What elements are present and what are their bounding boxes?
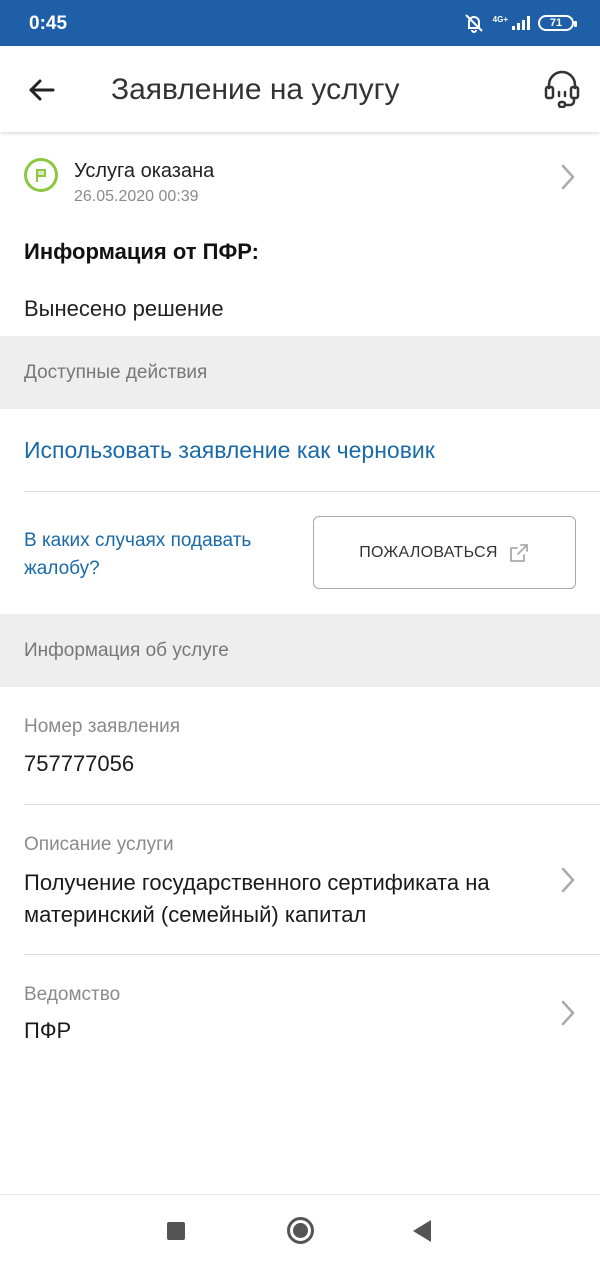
status-bar: 0:45 4G+ 71: [0, 0, 600, 46]
service-description-label: Описание услуги: [24, 834, 174, 855]
home-icon[interactable]: [287, 1217, 314, 1244]
external-link-icon: [509, 543, 528, 562]
complaint-info-link[interactable]: В каких случаях подавать жалобу?: [24, 527, 264, 583]
service-status-title: Услуга оказана: [74, 160, 215, 182]
support-button[interactable]: [538, 64, 586, 112]
service-info-section-title: Информация об услуге: [24, 640, 229, 661]
department-label: Ведомство: [24, 984, 121, 1005]
back-triangle-icon[interactable]: [413, 1220, 431, 1242]
page-title: Заявление на услугу: [111, 73, 400, 106]
actions-section-header: Доступные действия: [0, 336, 600, 409]
complain-button-label: ПОЖАЛОВАТЬСЯ: [359, 543, 498, 561]
complain-button[interactable]: ПОЖАЛОВАТЬСЯ: [313, 516, 576, 589]
network-type-label: 4G+: [492, 15, 508, 24]
service-info-section-header: Информация об услуге: [0, 614, 600, 687]
system-nav-bar: [0, 1194, 600, 1266]
application-number-value: 757777056: [24, 751, 135, 776]
pfr-info-heading: Информация от ПФР:: [24, 239, 259, 264]
cellular-signal-icon: 4G+: [493, 16, 530, 30]
divider: [24, 954, 600, 955]
battery-level: 71: [549, 17, 563, 29]
service-description-value: Получение государственного сертификата н…: [24, 870, 490, 927]
chevron-right-icon: [558, 865, 578, 895]
actions-section-title: Доступные действия: [24, 362, 208, 383]
status-time: 0:45: [29, 13, 68, 34]
app-bar: Заявление на услугу: [0, 46, 600, 132]
service-status-row[interactable]: Услуга оказана 26.05.2020 00:39: [0, 146, 600, 216]
flag-icon: [24, 158, 58, 192]
status-icons: 4G+ 71: [463, 11, 577, 35]
application-number-label: Номер заявления: [24, 716, 181, 737]
divider: [24, 804, 600, 805]
use-as-draft-link[interactable]: Использовать заявление как черновик: [24, 437, 435, 464]
service-status-date: 26.05.2020 00:39: [74, 188, 199, 205]
chevron-right-icon: [558, 998, 578, 1028]
headset-icon: [544, 70, 580, 108]
chevron-right-icon: [558, 162, 578, 192]
arrow-left-icon: [29, 79, 55, 101]
pfr-info-text: Вынесено решение: [24, 296, 224, 321]
divider: [24, 491, 600, 492]
back-button[interactable]: [18, 66, 66, 114]
bell-off-icon: [463, 12, 485, 34]
department-value: ПФР: [24, 1018, 72, 1043]
recents-icon[interactable]: [167, 1222, 185, 1240]
battery-icon: 71: [538, 15, 577, 31]
